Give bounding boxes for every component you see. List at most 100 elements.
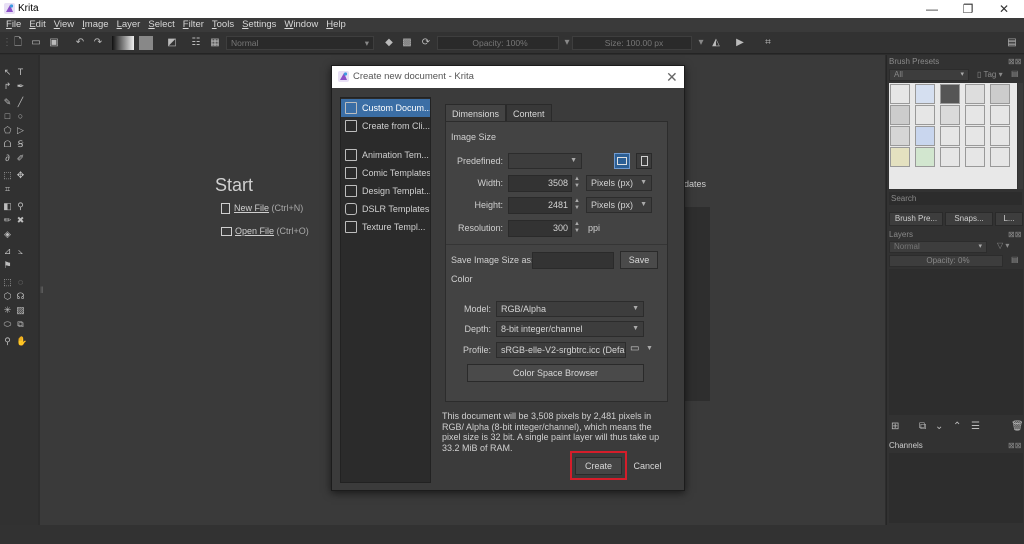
sidebar-item-comic-templates[interactable]: Comic Templates bbox=[341, 164, 430, 182]
assistant-tool-icon[interactable]: ⊿ bbox=[3, 247, 12, 256]
brush-preset-4[interactable] bbox=[965, 84, 985, 104]
brush-filter-select[interactable]: All ▾ bbox=[889, 69, 969, 81]
gradient-tool-icon[interactable]: ◧ bbox=[3, 202, 12, 211]
dialog-close-icon[interactable]: ✕ bbox=[666, 66, 678, 88]
freehand-brush-tool-icon[interactable]: ✎ bbox=[3, 98, 12, 107]
undo-icon[interactable]: ↶ bbox=[74, 37, 86, 49]
contiguous-select-tool-icon[interactable]: ✳ bbox=[3, 306, 12, 315]
fg-bg-color-icon[interactable]: ◩ bbox=[166, 37, 178, 49]
landscape-orientation-button[interactable] bbox=[614, 153, 630, 169]
brush-preset-11[interactable] bbox=[890, 126, 910, 146]
tag-selector[interactable]: ▯ Tag ▾ bbox=[977, 70, 1003, 79]
tab-content[interactable]: Content bbox=[506, 104, 552, 122]
menu-help[interactable]: Help bbox=[326, 18, 346, 32]
text-tool-icon[interactable]: T bbox=[16, 68, 25, 77]
menu-window[interactable]: Window bbox=[284, 18, 318, 32]
brush-preset-14[interactable] bbox=[965, 126, 985, 146]
freehand-path-tool-icon[interactable]: ∂ bbox=[3, 154, 12, 163]
sidebar-item-texture-templates[interactable]: Texture Templ... bbox=[341, 218, 430, 236]
resolution-spinner[interactable]: ▲ ▼ bbox=[574, 221, 580, 235]
rectangle-tool-icon[interactable]: □ bbox=[3, 112, 12, 121]
line-tool-icon[interactable]: ╱ bbox=[16, 98, 25, 107]
brush-preset-5[interactable] bbox=[990, 84, 1010, 104]
new-file-link[interactable]: New File (Ctrl+N) bbox=[221, 203, 303, 215]
duplicate-layer-icon[interactable]: ⧉ bbox=[919, 421, 926, 432]
polygon-select-tool-icon[interactable]: ⬡ bbox=[3, 292, 12, 301]
edit-shape-tool-icon[interactable]: ↱ bbox=[3, 82, 12, 91]
portrait-orientation-button[interactable] bbox=[636, 153, 652, 169]
color-depth-select[interactable]: 8-bit integer/channel ▼ bbox=[496, 321, 644, 337]
layer-filter-icon[interactable]: ▽ ▾ bbox=[997, 241, 1009, 250]
height-unit-select[interactable]: Pixels (px) ▼ bbox=[586, 197, 652, 213]
predefined-select[interactable]: ▼ bbox=[508, 153, 582, 169]
polygon-tool-icon[interactable]: ⬠ bbox=[3, 126, 12, 135]
measure-tool-icon[interactable]: ⦣ bbox=[16, 247, 25, 256]
brush-preset-6[interactable] bbox=[890, 105, 910, 125]
height-input[interactable]: 2481 bbox=[508, 197, 572, 214]
layer-properties-icon[interactable]: ☰ bbox=[971, 421, 980, 432]
color-picker-tool-icon[interactable]: ⚲ bbox=[16, 202, 25, 211]
height-spinner[interactable]: ▲ ▼ bbox=[574, 198, 580, 212]
layers-list[interactable] bbox=[889, 269, 1023, 415]
brush-presets-icon[interactable]: ▦ bbox=[209, 37, 221, 49]
redo-icon[interactable]: ↷ bbox=[92, 37, 104, 49]
edit-brush-settings-icon[interactable]: ☷ bbox=[190, 37, 202, 49]
delete-layer-icon[interactable]: 🗑 bbox=[1011, 421, 1024, 432]
smart-patch-tool-icon[interactable]: ✖ bbox=[16, 216, 25, 225]
layer-opacity-slider[interactable]: Opacity: 0% bbox=[889, 255, 1003, 267]
pattern-swatch[interactable] bbox=[139, 36, 153, 50]
ellipse-select-tool-icon[interactable]: ◌ bbox=[16, 278, 25, 287]
brush-preset-8[interactable] bbox=[940, 105, 960, 125]
mirror-vertical-icon[interactable]: ▶ bbox=[734, 37, 746, 49]
menu-view[interactable]: View bbox=[54, 18, 74, 32]
add-layer-icon[interactable]: ⊞ bbox=[891, 421, 899, 432]
rect-select-tool-icon[interactable]: ⬚ bbox=[3, 278, 12, 287]
zoom-tool-icon[interactable]: ⚲ bbox=[3, 337, 12, 346]
size-slider[interactable]: Size: 100.00 px bbox=[572, 36, 692, 50]
brush-preset-1[interactable] bbox=[890, 84, 910, 104]
open-file-link[interactable]: Open File (Ctrl+O) bbox=[221, 226, 309, 237]
color-profile-select[interactable]: sRGB-elle-V2-srgbtrc.icc (Default bbox=[496, 342, 626, 358]
move-layer-down-icon[interactable]: ⌄ bbox=[935, 421, 943, 432]
blend-mode-select[interactable]: Normal ▾ bbox=[226, 36, 374, 50]
gradient-swatch[interactable] bbox=[112, 36, 134, 50]
sidebar-item-create-from-clipboard[interactable]: Create from Cli... bbox=[341, 117, 430, 135]
brush-preset-13[interactable] bbox=[940, 126, 960, 146]
folder-icon[interactable]: ▭ bbox=[630, 343, 639, 354]
minimize-button[interactable]: — bbox=[914, 1, 950, 17]
tab-layers-short[interactable]: L... bbox=[995, 212, 1023, 226]
workspace-icon[interactable]: ▤ bbox=[1006, 37, 1018, 49]
dynamic-brush-tool-icon[interactable]: ✐ bbox=[16, 154, 25, 163]
reload-preset-icon[interactable]: ⟳ bbox=[420, 37, 432, 49]
width-input[interactable]: 3508 bbox=[508, 175, 572, 192]
sidebar-item-dslr-templates[interactable]: DSLR Templates bbox=[341, 200, 430, 218]
new-document-icon[interactable]: 🗋 bbox=[12, 37, 24, 49]
profile-dropdown-icon[interactable]: ▼ bbox=[646, 345, 653, 352]
tab-dimensions[interactable]: Dimensions bbox=[445, 104, 507, 122]
mirror-horizontal-icon[interactable]: ◭ bbox=[710, 37, 722, 49]
colorize-mask-tool-icon[interactable]: ✏ bbox=[3, 216, 12, 225]
width-spinner[interactable]: ▲ ▼ bbox=[574, 176, 580, 190]
maximize-button[interactable]: ❐ bbox=[950, 1, 986, 17]
select-shape-tool-icon[interactable]: ↖ bbox=[3, 68, 12, 77]
save-size-input[interactable] bbox=[532, 252, 614, 269]
tab-brush-presets[interactable]: Brush Pre... bbox=[889, 212, 943, 226]
brush-preset-17[interactable] bbox=[915, 147, 935, 167]
brush-preset-scrollbar[interactable] bbox=[1018, 83, 1023, 189]
close-button[interactable]: ✕ bbox=[986, 1, 1022, 17]
bezier-tool-icon[interactable]: ᗝ bbox=[3, 140, 12, 149]
sidebar-item-design-templates[interactable]: Design Templat... bbox=[341, 182, 430, 200]
brush-preset-9[interactable] bbox=[965, 105, 985, 125]
menu-edit[interactable]: Edit bbox=[29, 18, 45, 32]
brush-preset-16[interactable] bbox=[890, 147, 910, 167]
fill-tool-icon[interactable]: ◈ bbox=[3, 230, 12, 239]
channels-float-close-icon[interactable]: ⊠⊠ bbox=[1008, 441, 1021, 450]
color-space-browser-button[interactable]: Color Space Browser bbox=[467, 364, 644, 382]
menu-settings[interactable]: Settings bbox=[242, 18, 276, 32]
width-unit-select[interactable]: Pixels (px) ▼ bbox=[586, 175, 652, 191]
magnetic-select-tool-icon[interactable]: ⧉ bbox=[16, 320, 25, 329]
brush-preset-10[interactable] bbox=[990, 105, 1010, 125]
eraser-icon[interactable]: ◆ bbox=[383, 37, 395, 49]
brush-preset-12[interactable] bbox=[915, 126, 935, 146]
save-size-button[interactable]: Save bbox=[620, 251, 658, 269]
